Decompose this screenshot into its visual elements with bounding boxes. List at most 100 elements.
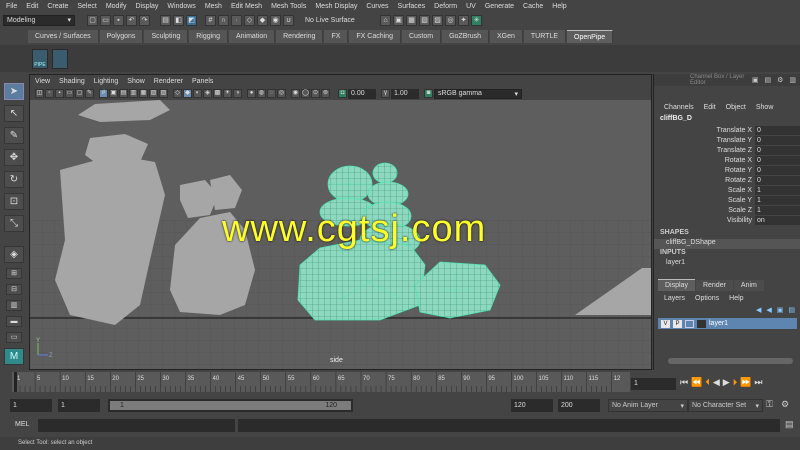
channel-row[interactable]: Scale X1 bbox=[654, 185, 800, 195]
openpipe-tool-icon[interactable] bbox=[52, 48, 68, 69]
outliner-view-icon[interactable]: ▥ bbox=[6, 300, 22, 311]
menu-edit[interactable]: Edit bbox=[26, 3, 38, 10]
panel-menu-view[interactable]: View bbox=[35, 78, 50, 85]
channel-value[interactable]: 1 bbox=[755, 195, 800, 205]
single-view-icon[interactable]: ◈ bbox=[4, 246, 24, 263]
menu-edit-mesh[interactable]: Edit Mesh bbox=[231, 3, 262, 10]
camera-icon[interactable]: ◫ bbox=[35, 89, 44, 98]
open-scene-icon[interactable]: ▭ bbox=[100, 14, 111, 26]
grease-pencil-icon[interactable]: ✎ bbox=[85, 89, 94, 98]
menu-windows[interactable]: Windows bbox=[167, 3, 195, 10]
layer-visibility-toggle[interactable]: V bbox=[661, 319, 670, 328]
play-forward-icon[interactable]: ▶ bbox=[723, 377, 730, 388]
channel-value[interactable]: on bbox=[755, 215, 800, 225]
channel-value[interactable]: 0 bbox=[755, 125, 800, 135]
layer-tab-render[interactable]: Render bbox=[695, 279, 733, 291]
wireframe-on-shaded-icon[interactable]: ◈ bbox=[203, 89, 212, 98]
paint-select-icon[interactable]: ✎ bbox=[4, 127, 24, 144]
shelf-tab-fx-caching[interactable]: FX Caching bbox=[349, 30, 401, 43]
layer-menu-help[interactable]: Help bbox=[729, 295, 743, 302]
shelf-tab-turtle[interactable]: TURTLE bbox=[523, 30, 567, 43]
shadows-icon[interactable]: ◑ bbox=[233, 89, 242, 98]
image-plane-icon[interactable]: ▭ bbox=[65, 89, 74, 98]
depth-of-field-icon[interactable]: ◎ bbox=[277, 89, 286, 98]
snap-plane-icon[interactable]: ◇ bbox=[244, 14, 255, 26]
anti-aliasing-icon[interactable]: ◌ bbox=[267, 89, 276, 98]
last-tool-icon[interactable]: ⤡ bbox=[4, 215, 24, 232]
menu-cache[interactable]: Cache bbox=[523, 3, 543, 10]
mode-dropdown[interactable]: Modeling ▾ bbox=[3, 14, 75, 26]
menu-display[interactable]: Display bbox=[135, 3, 158, 10]
channel-menu-edit[interactable]: Edit bbox=[704, 104, 716, 111]
channel-row[interactable]: Visibility on bbox=[654, 215, 800, 225]
script-editor-icon[interactable]: ▤ bbox=[785, 419, 794, 430]
shelf-tab-rigging[interactable]: Rigging bbox=[189, 30, 228, 43]
lasso-tool-icon[interactable]: ↖ bbox=[4, 105, 24, 122]
channel-row[interactable]: Rotate X0 bbox=[654, 155, 800, 165]
camera-attr-icon[interactable]: ▫ bbox=[45, 89, 54, 98]
new-scene-icon[interactable]: ▢ bbox=[87, 14, 98, 26]
ipr-render-icon[interactable]: ▧ bbox=[419, 14, 430, 26]
screen-space-ao-icon[interactable]: ● bbox=[247, 89, 256, 98]
layer-menu-layers[interactable]: Layers bbox=[664, 295, 685, 302]
exposure-icon[interactable]: ◘ bbox=[338, 89, 347, 98]
attribute-editor-icon[interactable]: ▤ bbox=[764, 76, 771, 84]
move-layer-down-icon[interactable]: ◀ bbox=[766, 306, 771, 314]
step-back-key-icon[interactable]: ⏪ bbox=[691, 377, 702, 388]
isolate-select-icon[interactable]: ◉ bbox=[291, 89, 300, 98]
wireframe-icon[interactable]: ◇ bbox=[173, 89, 182, 98]
save-scene-icon[interactable]: ▪ bbox=[113, 14, 124, 26]
playback-start-field[interactable]: 1 bbox=[58, 399, 100, 412]
channel-row[interactable]: Scale Z1 bbox=[654, 205, 800, 215]
menu-file[interactable]: File bbox=[6, 3, 17, 10]
lights-icon[interactable]: ☀ bbox=[223, 89, 232, 98]
persp-graph-icon[interactable]: ▬ bbox=[6, 316, 22, 327]
motion-blur-icon[interactable]: ◍ bbox=[257, 89, 266, 98]
menu-uv[interactable]: UV bbox=[466, 3, 476, 10]
shelf-tab-polygons[interactable]: Polygons bbox=[99, 30, 144, 43]
move-layer-up-icon[interactable]: ◀ bbox=[756, 306, 761, 314]
channel-value[interactable]: 0 bbox=[755, 175, 800, 185]
menu-modify[interactable]: Modify bbox=[106, 3, 127, 10]
go-to-end-icon[interactable]: ⏭ bbox=[754, 377, 762, 388]
xray-icon[interactable]: ◯ bbox=[301, 89, 310, 98]
channel-box-icon[interactable]: ▥ bbox=[789, 76, 796, 84]
gate-mask-icon[interactable]: ▥ bbox=[129, 89, 138, 98]
play-backward-icon[interactable]: ◀ bbox=[713, 377, 720, 388]
layer-playback-toggle[interactable]: P bbox=[673, 319, 682, 328]
shelf-tab-openpipe[interactable]: OpenPipe bbox=[567, 30, 614, 43]
exposure-field[interactable]: 0.00 bbox=[348, 88, 376, 99]
menu-help[interactable]: Help bbox=[552, 3, 566, 10]
2d-pan-icon[interactable]: ▢ bbox=[75, 89, 84, 98]
script-language-label[interactable]: MEL bbox=[15, 421, 29, 428]
channel-menu-show[interactable]: Show bbox=[756, 104, 774, 111]
go-to-start-icon[interactable]: ⏮ bbox=[680, 377, 688, 388]
gamma-field[interactable]: 1.00 bbox=[391, 88, 419, 99]
new-layer-icon[interactable]: ▣ bbox=[777, 306, 784, 314]
object-name[interactable]: cliffBG_D bbox=[654, 113, 800, 125]
tool-settings-icon[interactable]: ⚙ bbox=[777, 76, 783, 84]
two-view-icon[interactable]: ⊟ bbox=[6, 284, 22, 295]
field-chart-icon[interactable]: ▦ bbox=[139, 89, 148, 98]
layer-scrollbar[interactable] bbox=[668, 358, 793, 364]
panel-menu-shading[interactable]: Shading bbox=[59, 78, 85, 85]
shelf-tab-xgen[interactable]: XGen bbox=[490, 30, 523, 43]
film-gate-icon[interactable]: ▣ bbox=[109, 89, 118, 98]
scale-tool-icon[interactable]: ⊡ bbox=[4, 193, 24, 210]
current-frame-field[interactable]: 1 bbox=[631, 378, 676, 390]
step-back-frame-icon[interactable]: ⏴ bbox=[705, 377, 710, 388]
range-slider[interactable]: 1 120 bbox=[108, 399, 353, 412]
redo-icon[interactable]: ↷ bbox=[139, 14, 150, 26]
channel-value[interactable]: 0 bbox=[755, 135, 800, 145]
channel-value[interactable]: 0 bbox=[755, 155, 800, 165]
channel-menu-channels[interactable]: Channels bbox=[664, 104, 694, 111]
layer-color-swatch[interactable] bbox=[697, 319, 706, 328]
menu-surfaces[interactable]: Surfaces bbox=[398, 3, 426, 10]
shelf-tab-curves-surfaces[interactable]: Curves / Surfaces bbox=[28, 30, 99, 43]
panel-menu-renderer[interactable]: Renderer bbox=[154, 78, 183, 85]
step-forward-key-icon[interactable]: ⏩ bbox=[740, 377, 751, 388]
history-icon[interactable]: ⌂ bbox=[380, 14, 391, 26]
channel-row[interactable]: Translate X0 bbox=[654, 125, 800, 135]
render-settings-icon[interactable]: ▨ bbox=[432, 14, 443, 26]
hypershade-icon[interactable]: ◎ bbox=[445, 14, 456, 26]
